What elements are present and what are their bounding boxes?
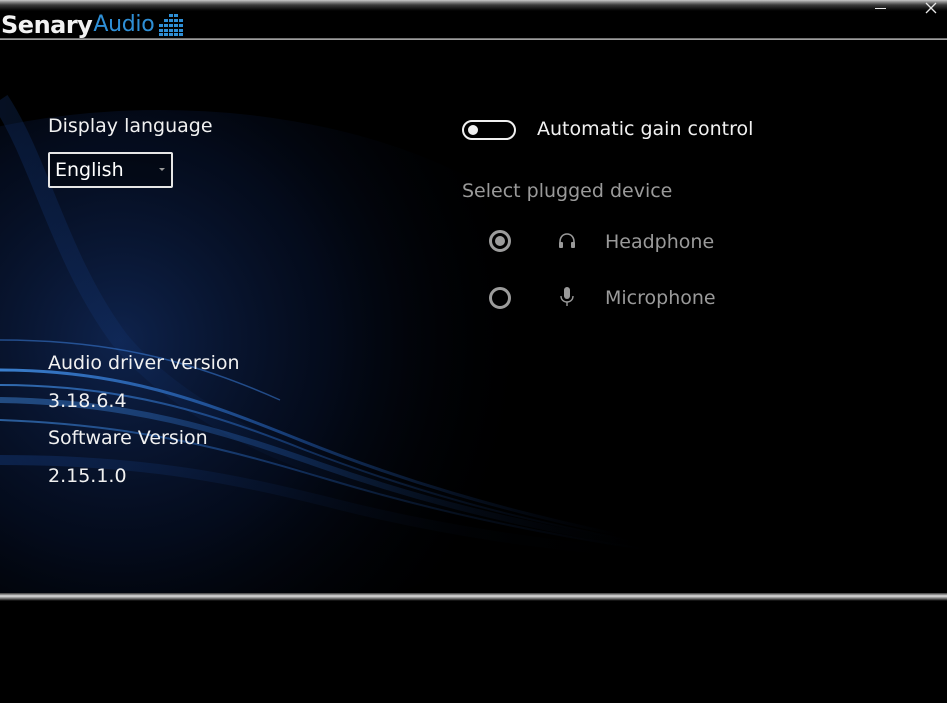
- radio-microphone[interactable]: [489, 287, 511, 309]
- title-bar: Senary Audio: [0, 0, 947, 40]
- senary-audio-logo: Senary Audio: [1, 9, 184, 39]
- agc-label: Automatic gain control: [537, 118, 754, 140]
- radio-headphone[interactable]: [489, 230, 511, 252]
- device-label-headphone: Headphone: [605, 231, 715, 253]
- language-dropdown[interactable]: English: [48, 152, 173, 188]
- title-bar-divider: [0, 38, 947, 40]
- microphone-icon: [560, 287, 574, 306]
- logo-text-audio: Audio: [93, 12, 155, 37]
- logo-text-senary: Senary: [1, 11, 93, 39]
- close-icon: [925, 2, 937, 14]
- audio-driver-version-label: Audio driver version: [48, 352, 240, 374]
- device-label-microphone: Microphone: [605, 287, 716, 309]
- equalizer-bars-icon: [159, 14, 184, 36]
- chevron-down-icon: [159, 168, 165, 171]
- app-window: Senary Audio Display language English Au…: [0, 0, 947, 703]
- software-version-value: 2.15.1.0: [48, 465, 127, 487]
- display-language-label: Display language: [48, 115, 213, 137]
- software-version-label: Software Version: [48, 427, 208, 449]
- select-device-heading: Select plugged device: [462, 180, 673, 202]
- agc-toggle[interactable]: [462, 120, 516, 140]
- minimize-button[interactable]: [866, 0, 896, 16]
- language-dropdown-value: English: [55, 159, 124, 181]
- bottom-divider: [0, 593, 947, 601]
- toggle-knob: [468, 125, 478, 135]
- audio-driver-version-value: 3.18.6.4: [48, 390, 127, 412]
- headphone-icon: [559, 233, 575, 248]
- close-button[interactable]: [917, 0, 947, 16]
